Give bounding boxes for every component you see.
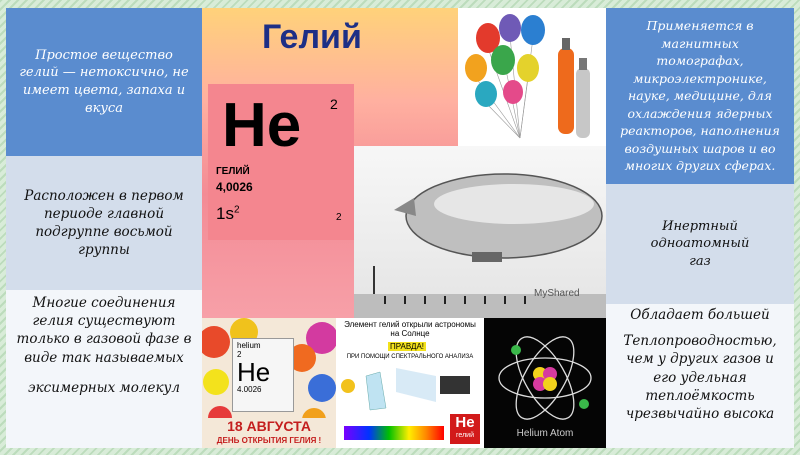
day-small-name: helium [237,341,261,350]
helium-day-image: helium 2 He 4.0026 18 АВГУСТА ДЕНЬ ОТКРЫ… [202,318,336,448]
left-panel-1: Простое вещество гелий — нетоксично, не … [6,8,202,156]
left-text-2: Расположен в первом периоде главной подг… [24,187,184,259]
right-text-3a: Обладает большей [630,307,770,323]
left-panel-2: Расположен в первом периоде главной подг… [6,156,202,290]
left-text-3a: Многие соединения гелия существуют тольк… [16,295,192,366]
airship-image: MyShared [354,146,606,318]
atomic-mass: 4,0026 [216,180,253,194]
right-text-1: Применяется в магнитных томографах, микр… [620,18,780,174]
atom-image: Helium Atom [484,318,606,448]
left-text-1: Простое вещество гелий — нетоксично, не … [19,47,189,116]
right-text-3b: Теплопроводностью, чем у других газов и … [623,333,777,423]
left-text-3b: эксимерных молекул [28,379,180,396]
shell-number: 2 [336,212,342,223]
card-title: Гелий [262,18,362,56]
atom-caption: Helium Atom [516,428,574,439]
right-panel-2: Инертный одноатомный газ [606,184,794,304]
element-symbol: He [222,91,302,160]
airship-watermark: MyShared [534,288,580,299]
spectrum-image: Элемент гелий открыли астрономы на Солнц… [336,318,484,448]
atomic-number: 2 [330,96,338,112]
electron-config: 1s2 [216,204,240,223]
day-caption: ДЕНЬ ОТКРЫТИЯ ГЕЛИЯ ! [216,436,322,445]
right-panel-3: Обладает большей Теплопроводностью, чем … [606,304,794,448]
element-name: ГЕЛИЙ [216,166,250,177]
spectrum-line2: ПРИ ПОМОЩИ СПЕКТРАЛЬНОГО АНАЛИЗА [346,354,474,360]
right-text-2: Инертный одноатомный газ [650,218,750,269]
badge-symbol: He [455,414,475,431]
right-panel-1: Применяется в магнитных томографах, микр… [606,8,794,184]
element-tile: He 2 ГЕЛИЙ 4,0026 1s2 2 [208,84,354,240]
spectrum-line1: Элемент гелий открыли астрономы на Солнц… [344,320,476,338]
badge-name: гелий [456,432,474,439]
balloons-icon [465,14,590,139]
left-panel-3: Многие соединения гелия существуют тольк… [6,290,202,448]
spectrum-tag: ПРАВДА! [388,342,427,351]
spectrum-badge: He гелий [450,414,480,444]
day-symbol: He [237,357,271,387]
balloons-image [458,8,606,146]
day-tile: helium 2 He 4.0026 [232,338,294,412]
slide: Простое вещество гелий — нетоксично, не … [6,8,794,448]
day-date: 18 АВГУСТА [208,418,330,434]
